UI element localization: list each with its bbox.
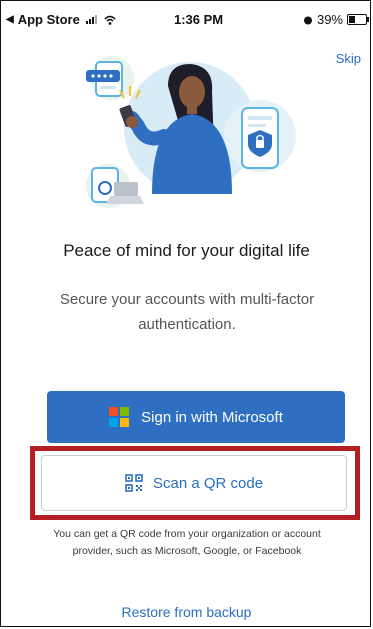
ms-logo-green xyxy=(120,407,130,416)
microsoft-logo-icon xyxy=(109,407,130,427)
wifi-icon xyxy=(104,15,116,25)
scan-qr-code-label: Scan a QR code xyxy=(152,474,264,492)
alarm-icon xyxy=(303,16,312,24)
battery-percent: 39% xyxy=(316,12,343,27)
sign-in-with-microsoft-button[interactable]: Sign in with Microsoft xyxy=(47,391,345,443)
status-time: 1:36 PM xyxy=(174,12,224,27)
password-card-illustration xyxy=(86,56,134,100)
qr-hint-text: You can get a QR code from your organiza… xyxy=(53,528,321,557)
sign-in-with-microsoft-label: Sign in with Microsoft xyxy=(141,408,283,426)
ms-logo-red xyxy=(109,407,119,416)
battery-fill xyxy=(349,16,356,23)
ms-logo-blue xyxy=(109,418,119,427)
skip-button[interactable]: Skip xyxy=(336,51,361,66)
hero-illustration xyxy=(86,56,296,208)
restore-from-backup-button[interactable]: Restore from backup xyxy=(0,604,373,620)
status-right: 39% xyxy=(303,12,369,27)
status-left[interactable]: ◀ App Store xyxy=(6,12,116,27)
scan-qr-code-button[interactable]: Scan a QR code xyxy=(41,455,347,511)
qr-code-icon xyxy=(125,474,143,492)
ms-logo-yellow xyxy=(120,418,130,427)
laptop-sync-illustration xyxy=(86,164,144,208)
lock-phone-illustration xyxy=(224,100,296,172)
back-arrow-icon[interactable]: ◀ xyxy=(6,14,14,25)
cellular-signal-icon xyxy=(85,15,97,24)
back-app-label[interactable]: App Store xyxy=(18,12,80,27)
page-subtitle: Secure your accounts with multi-factor a… xyxy=(59,291,315,333)
page-title: Peace of mind for your digital life xyxy=(63,241,310,260)
battery-icon xyxy=(347,14,369,25)
status-bar: ◀ App Store 1:36 PM 39% xyxy=(0,0,373,34)
